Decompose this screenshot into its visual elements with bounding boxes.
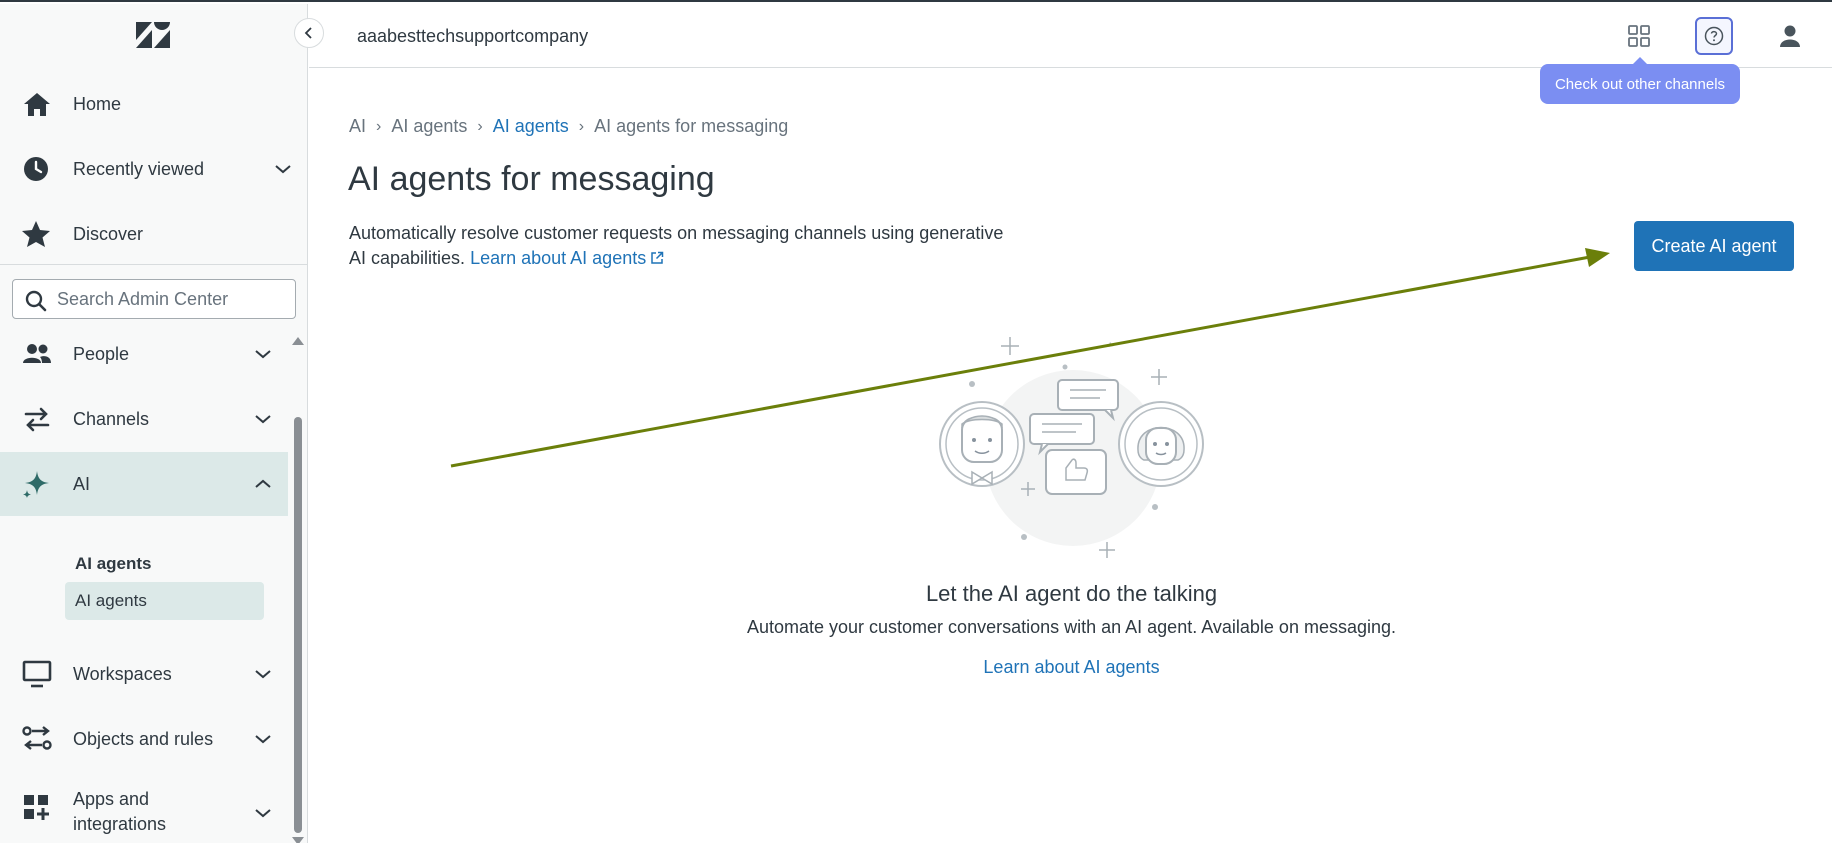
nav-home[interactable]: Home (0, 72, 290, 136)
nav-ai-label: AI (73, 473, 91, 494)
top-header: aaabesttechsupportcompany (309, 4, 1832, 68)
agent-avatar-left (939, 401, 1025, 487)
nav-apps-label-line1: Apps and (73, 789, 150, 809)
nav-workspaces[interactable]: Workspaces (0, 642, 290, 706)
chevron-down-icon (255, 670, 271, 679)
grid-icon (1628, 25, 1650, 47)
ai-agents-heading: AI agents (75, 554, 152, 573)
empty-state-illustration (939, 337, 1204, 558)
create-ai-agent-button[interactable]: Create AI agent (1634, 221, 1794, 271)
breadcrumb-ai-agents[interactable]: AI agents (391, 116, 467, 137)
nav-ai[interactable]: AI (0, 452, 288, 516)
nav-discover[interactable]: Discover (0, 202, 290, 266)
home-icon (24, 93, 50, 116)
search-admin-center[interactable] (12, 279, 296, 319)
company-name: aaabesttechsupportcompany (357, 26, 589, 46)
scroll-thumb[interactable] (294, 417, 302, 833)
nav-home-label: Home (73, 93, 122, 114)
nav-objects-and-rules-label: Objects and rules (73, 728, 214, 749)
chevron-left-icon (304, 27, 312, 39)
clock-icon (24, 157, 48, 181)
sparkle-icon (23, 471, 49, 498)
nav-recently-viewed[interactable]: Recently viewed (0, 137, 291, 201)
collapse-sidebar-button[interactable] (294, 18, 324, 48)
empty-state-title: Let the AI agent do the talking (925, 581, 1218, 606)
learn-about-ai-agents-link[interactable]: Learn about AI agents (470, 248, 664, 268)
user-icon (1780, 25, 1800, 47)
page-description-text: Automatically resolve customer requests … (349, 223, 1004, 268)
chevron-down-icon (255, 735, 271, 744)
objects-icon (22, 726, 52, 750)
nav-people-label: People (73, 343, 130, 364)
scroll-up-arrow[interactable] (292, 337, 304, 345)
nav-people[interactable]: People (0, 322, 290, 386)
chevron-up-icon (255, 479, 271, 488)
apps-icon (24, 795, 49, 820)
monitor-icon (22, 660, 52, 688)
user-profile-button[interactable] (1771, 17, 1809, 55)
nav-channels[interactable]: Channels (0, 387, 290, 451)
nav-apps-and-integrations[interactable]: Apps and integrations (0, 777, 290, 843)
sidebar-item-ai-agents[interactable]: AI agents (65, 582, 264, 620)
product-tray-button[interactable] (1620, 17, 1658, 55)
search-icon (25, 290, 47, 312)
page-title: AI agents for messaging (348, 160, 715, 198)
empty-state-learn-link[interactable]: Learn about AI agents (700, 657, 1443, 678)
breadcrumb-ai[interactable]: AI (349, 116, 366, 137)
sidebar-scrollbar[interactable] (292, 337, 304, 843)
help-icon (1704, 26, 1724, 46)
sidebar: Home Recently viewed Discover Peo (0, 4, 308, 843)
help-button[interactable] (1695, 17, 1733, 55)
channels-icon (24, 407, 50, 432)
zendesk-logo[interactable] (134, 20, 172, 50)
people-icon (23, 344, 51, 363)
customer-avatar-right (1118, 401, 1204, 487)
sidebar-divider (0, 264, 307, 265)
nav-discover-label: Discover (73, 223, 144, 244)
help-tooltip: Check out other channels (1540, 57, 1740, 104)
external-link-icon (651, 251, 664, 264)
chevron-down-icon (275, 165, 291, 174)
scroll-down-arrow[interactable] (292, 837, 304, 843)
chevron-down-icon (255, 415, 271, 424)
breadcrumb: AI › AI agents › AI agents › AI agents f… (349, 116, 788, 137)
star-icon (22, 221, 50, 247)
nav-channels-label: Channels (73, 408, 150, 429)
nav-objects-and-rules[interactable]: Objects and rules (0, 707, 290, 771)
chevron-down-icon (255, 350, 271, 359)
search-input[interactable] (57, 288, 287, 310)
nav-apps-label: Apps and integrations (73, 787, 166, 837)
nav-recently-viewed-label: Recently viewed (73, 158, 205, 179)
learn-link-text: Learn about AI agents (470, 248, 647, 268)
nav-workspaces-label: Workspaces (73, 663, 172, 684)
chevron-down-icon (255, 809, 271, 818)
nav-apps-label-line2: integrations (73, 814, 167, 834)
breadcrumb-current: AI agents for messaging (594, 116, 789, 136)
breadcrumb-separator: › (578, 117, 585, 135)
breadcrumb-ai-agents-link[interactable]: AI agents (493, 116, 569, 137)
empty-state-description: Automate your customer conversations wit… (746, 617, 1397, 637)
breadcrumb-separator: › (376, 117, 382, 135)
breadcrumb-separator: › (477, 117, 483, 135)
page-description: Automatically resolve customer requests … (349, 221, 1009, 271)
